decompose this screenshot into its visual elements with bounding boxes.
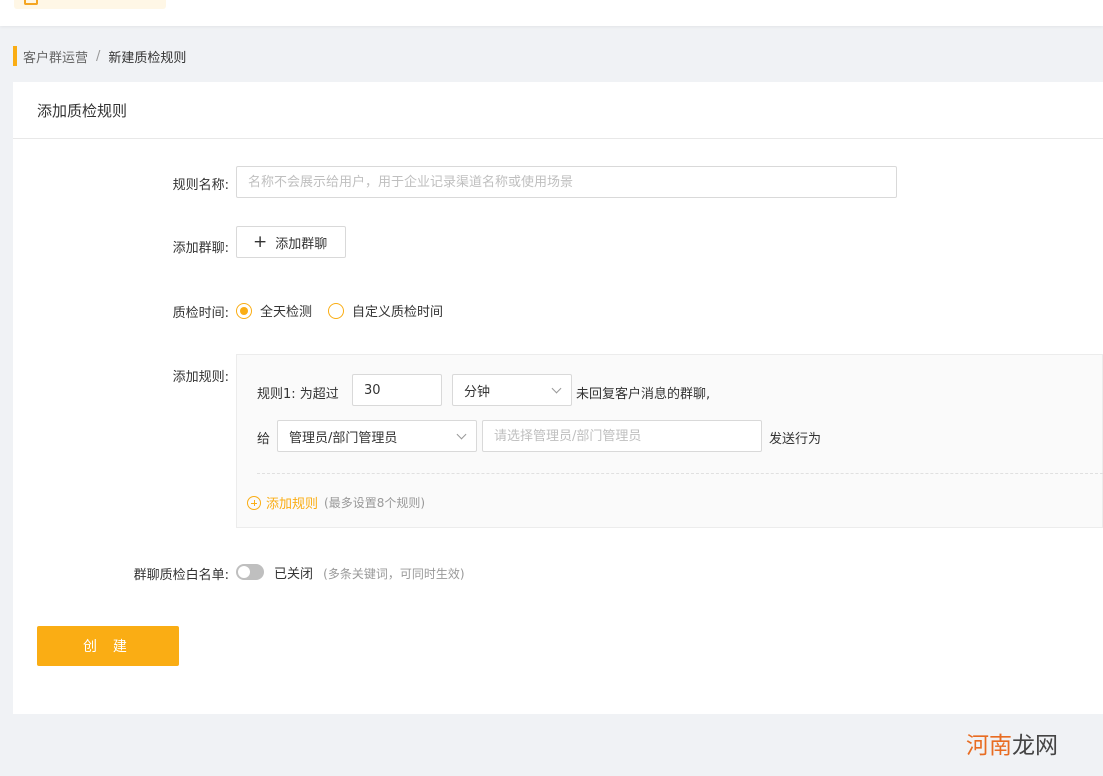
add-rule-label: 添加规则 [266,497,319,512]
recipient-input[interactable] [482,420,762,452]
recipient-type-select[interactable]: 管理员/部门管理员 [277,420,477,452]
whitelist-label: 群聊质检白名单: [133,568,229,583]
book-icon [24,0,38,5]
top-bar [0,0,1103,26]
breadcrumb-parent[interactable]: 客户群运营 [23,47,88,66]
add-rule-button[interactable]: 添加规则 (最多设置8个规则) [247,493,425,512]
add-group-button-label: 添加群聊 [275,236,328,252]
watermark-part2: 龙网 [1012,733,1058,759]
breadcrumb-accent-bar [13,46,17,66]
rule-suffix: 未回复客户消息的群聊, [576,387,711,402]
whitelist-status-group: 已关闭 (多条关键词，可同时生效) [274,563,465,582]
plus-circle-icon [247,495,261,510]
create-button[interactable]: 创 建 [37,626,179,666]
breadcrumb-current: 新建质检规则 [108,50,187,66]
radio-unchecked-icon [328,302,345,319]
whitelist-status: 已关闭 [274,567,314,582]
time-label: 质检时间: [172,306,229,321]
radio-checked-icon [236,302,252,319]
breadcrumb-separator: / [96,48,101,64]
add-rule-hint: (最多设置8个规则) [324,496,426,510]
radio-custom-time-label: 自定义质检时间 [352,305,444,320]
rule-give-label: 给 [257,432,271,447]
radio-custom-time[interactable]: 自定义质检时间 [328,301,443,320]
rule-name-input[interactable] [236,166,897,198]
rule-action: 发送行为 [769,432,822,447]
breadcrumb: 客户群运营 / 新建质检规则 [13,46,186,66]
rule-box: 规则1: 为超过 分钟 未回复客户消息的群聊, 给 管理员/部门管理员 发送行为… [236,354,1103,528]
chevron-down-icon [456,429,467,439]
rules-label: 添加规则: [172,370,229,385]
add-group-button[interactable]: + 添加群聊 [236,226,346,258]
add-group-label: 添加群聊: [172,241,229,256]
radio-all-day-label: 全天检测 [260,305,313,320]
watermark-logo: 河南龙网 [966,726,1058,760]
card-title: 添加质检规则 [37,101,128,120]
form-card: 添加质检规则 规则名称: 添加群聊: + 添加群聊 质检时间: 全天检测 自定义… [13,82,1103,714]
rule-divider [257,473,1103,474]
whitelist-hint: (多条关键词，可同时生效) [323,567,465,581]
recipient-type-value: 管理员/部门管理员 [289,430,398,446]
rule-unit-select[interactable]: 分钟 [452,374,572,406]
rule-unit-value: 分钟 [464,384,491,400]
watermark-part1: 河南 [966,733,1012,759]
rule-name-label: 规则名称: [172,178,229,193]
rule-prefix: 规则1: 为超过 [257,387,339,402]
toggle-knob [238,566,250,578]
chevron-down-icon [551,383,562,393]
whitelist-toggle[interactable] [236,564,264,580]
logo-tab[interactable] [14,0,166,9]
card-header: 添加质检规则 [13,82,1103,139]
rule-minutes-input[interactable] [352,374,442,406]
plus-icon: + [253,231,268,252]
radio-all-day[interactable]: 全天检测 [236,301,312,320]
time-radio-group: 全天检测 自定义质检时间 [236,301,459,320]
